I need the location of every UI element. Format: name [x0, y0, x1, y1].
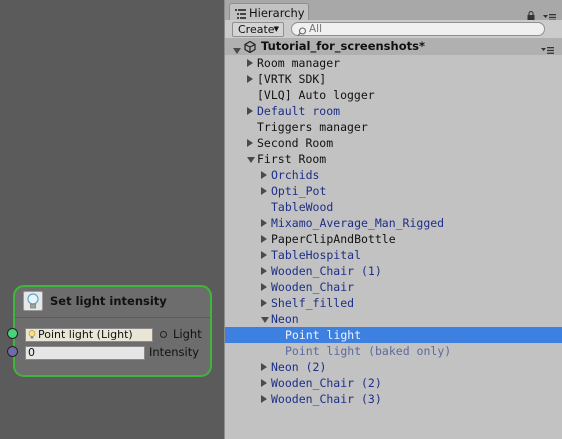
hierarchy-item-label: Opti_Pot	[271, 184, 327, 198]
unity-logo-icon	[244, 40, 256, 56]
hierarchy-item-label: PaperClipAndBottle	[271, 232, 396, 246]
hierarchy-item-label: Wooden_Chair (3)	[271, 392, 382, 406]
hierarchy-item[interactable]: Wooden_Chair	[225, 279, 562, 295]
collapsed-arrow-icon[interactable]	[261, 395, 267, 403]
collapsed-arrow-icon[interactable]	[247, 59, 253, 67]
collapsed-arrow-icon[interactable]	[261, 299, 267, 307]
hierarchy-item[interactable]: TableWood	[225, 199, 562, 215]
collapsed-arrow-icon[interactable]	[261, 219, 267, 227]
hierarchy-item[interactable]: Mixamo_Average_Man_Rigged	[225, 215, 562, 231]
hierarchy-item-label: Room manager	[257, 56, 341, 70]
collapsed-arrow-icon[interactable]	[247, 107, 253, 115]
hierarchy-item-label: Point light	[285, 328, 362, 342]
search-field[interactable]	[291, 22, 545, 36]
hierarchy-item-selected[interactable]: Point light	[225, 327, 562, 343]
hierarchy-item-label: Mixamo_Average_Man_Rigged	[271, 216, 445, 230]
light-label: Light	[173, 327, 202, 341]
hierarchy-item-label: Triggers manager	[257, 120, 368, 134]
hierarchy-item-label: TableHospital	[271, 248, 362, 262]
hierarchy-item-label: First Room	[257, 152, 327, 166]
expanded-arrow-icon[interactable]	[261, 317, 269, 323]
hierarchy-item-label: Second Room	[257, 136, 334, 150]
intensity-label: Intensity	[149, 345, 200, 359]
hierarchy-item-label: Default room	[257, 104, 341, 118]
hierarchy-toolbar: Create ▼	[225, 20, 562, 39]
collapsed-arrow-icon[interactable]	[261, 187, 267, 195]
hierarchy-item-label: Shelf_filled	[271, 296, 355, 310]
collapsed-arrow-icon[interactable]	[247, 75, 253, 83]
hierarchy-item[interactable]: Orchids	[225, 167, 562, 183]
hierarchy-item[interactable]: First Room	[225, 151, 562, 167]
intensity-input-port[interactable]	[7, 346, 18, 357]
scene-name: Tutorial_for_screenshots*	[261, 39, 425, 53]
hierarchy-item[interactable]: TableHospital	[225, 247, 562, 263]
intensity-value: 0	[28, 346, 35, 359]
dropdown-arrow-icon: ▼	[273, 25, 279, 33]
collapsed-arrow-icon[interactable]	[261, 379, 267, 387]
hierarchy-item[interactable]: Triggers manager	[225, 119, 562, 135]
node-title: Set light intensity	[50, 294, 167, 308]
search-input[interactable]	[309, 23, 529, 35]
light-input-row: Point light (Light) Light	[15, 327, 210, 343]
collapsed-arrow-icon[interactable]	[261, 171, 267, 179]
collapsed-arrow-icon[interactable]	[261, 363, 267, 371]
object-picker-icon[interactable]	[160, 331, 167, 338]
create-dropdown-button[interactable]: Create ▼	[232, 22, 284, 37]
hierarchy-item-label: Neon	[271, 312, 299, 326]
tab-hierarchy[interactable]: Hierarchy	[229, 3, 309, 21]
hierarchy-tree: Room manager [VRTK SDK] [VLQ] Auto logger D…	[225, 55, 562, 407]
create-label: Create	[238, 23, 275, 36]
light-object-field[interactable]: Point light (Light)	[25, 328, 153, 342]
hierarchy-item[interactable]: Neon	[225, 311, 562, 327]
lightbulb-icon	[28, 330, 36, 339]
hierarchy-item-label: Wooden_Chair	[271, 280, 355, 294]
collapsed-arrow-icon[interactable]	[261, 235, 267, 243]
node-header[interactable]: Set light intensity	[15, 287, 210, 318]
hierarchy-panel: Hierarchy Create ▼ All Tutorial_for_scre…	[224, 0, 562, 439]
hierarchy-item[interactable]: [VLQ] Auto logger	[225, 87, 562, 103]
hierarchy-item-label: Wooden_Chair (2)	[271, 376, 382, 390]
hierarchy-item[interactable]: [VRTK SDK]	[225, 71, 562, 87]
hierarchy-item-label: Orchids	[271, 168, 320, 182]
hierarchy-item[interactable]: Default room	[225, 103, 562, 119]
collapsed-arrow-icon[interactable]	[247, 139, 253, 147]
set-light-intensity-node[interactable]: Set light intensity Point light (Light) …	[13, 285, 212, 377]
hierarchy-item-label: Point light (baked only)	[285, 344, 452, 358]
tab-label: Hierarchy	[249, 6, 305, 20]
hierarchy-item[interactable]: Second Room	[225, 135, 562, 151]
tab-bar: Hierarchy	[225, 0, 562, 21]
expanded-arrow-icon[interactable]	[247, 157, 255, 163]
hierarchy-item[interactable]: Wooden_Chair (2)	[225, 375, 562, 391]
search-icon	[297, 25, 307, 39]
light-field-value: Point light (Light)	[38, 328, 133, 341]
collapsed-arrow-icon[interactable]	[261, 283, 267, 291]
hierarchy-item[interactable]: PaperClipAndBottle	[225, 231, 562, 247]
hierarchy-item[interactable]: Shelf_filled	[225, 295, 562, 311]
hierarchy-item[interactable]: Wooden_Chair (1)	[225, 263, 562, 279]
collapsed-arrow-icon[interactable]	[261, 251, 267, 259]
intensity-field[interactable]: 0	[25, 346, 145, 360]
hierarchy-item-label: [VLQ] Auto logger	[257, 88, 375, 102]
hierarchy-item-label: Neon (2)	[271, 360, 327, 374]
hierarchy-item-label: Wooden_Chair (1)	[271, 264, 382, 278]
hierarchy-item[interactable]: Neon (2)	[225, 359, 562, 375]
hierarchy-item-label: [VRTK SDK]	[257, 72, 327, 86]
hierarchy-item[interactable]: Point light (baked only)	[225, 343, 562, 359]
hierarchy-item[interactable]: Room manager	[225, 55, 562, 71]
scene-header-row[interactable]: Tutorial_for_screenshots*	[225, 38, 562, 55]
collapsed-arrow-icon[interactable]	[261, 267, 267, 275]
intensity-input-row: 0 Intensity	[15, 345, 210, 361]
hierarchy-item[interactable]: Wooden_Chair (3)	[225, 391, 562, 407]
light-input-port[interactable]	[7, 328, 18, 339]
lightbulb-icon	[23, 291, 43, 311]
hierarchy-item[interactable]: Opti_Pot	[225, 183, 562, 199]
hierarchy-item-label: TableWood	[271, 200, 334, 214]
